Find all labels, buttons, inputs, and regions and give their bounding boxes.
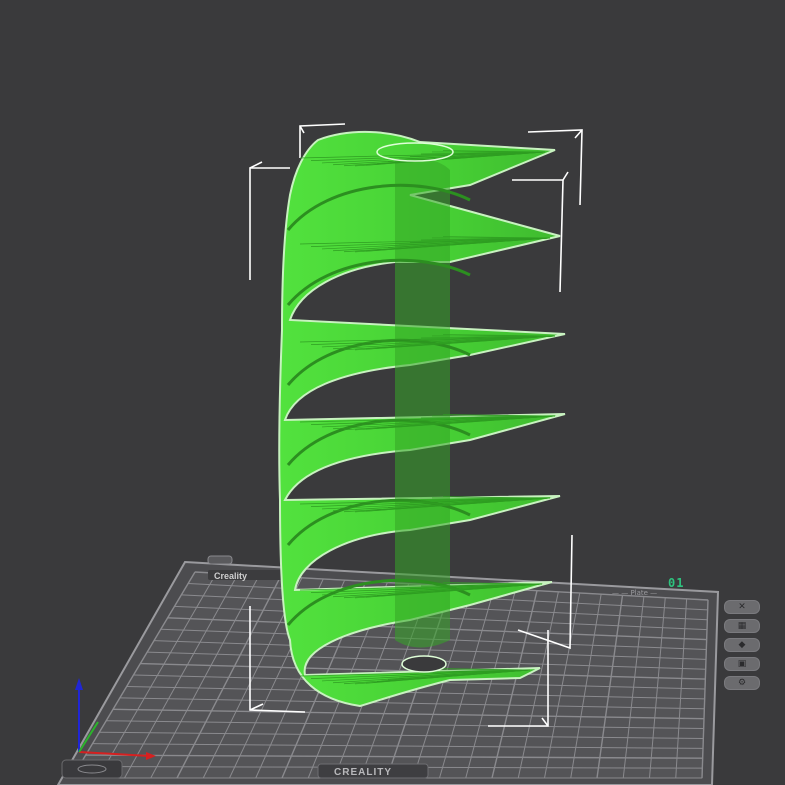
- model-core: [395, 158, 450, 648]
- plate-number-badge[interactable]: 01: [668, 576, 684, 590]
- settings-gear-icon[interactable]: ⚙: [724, 676, 760, 690]
- axis-z-arrow-icon: [75, 678, 83, 690]
- plate-front-left-logo: [61, 759, 123, 779]
- auto-arrange-icon[interactable]: ▦: [724, 619, 760, 633]
- 3d-viewport[interactable]: Creality — — Plate — CREALITY: [0, 0, 785, 785]
- close-x-icon[interactable]: ✕: [724, 600, 760, 614]
- plate-label-top-right: — — Plate —: [612, 589, 657, 597]
- orient-icon[interactable]: ◆: [724, 638, 760, 652]
- lock-icon[interactable]: ▣: [724, 657, 760, 671]
- plate-brand-front: CREALITY: [334, 767, 392, 778]
- plate-side-toolbar: ✕ ▦ ◆ ▣ ⚙: [724, 600, 760, 690]
- plate-hook: [207, 555, 233, 565]
- plate-brand-top-left: Creality: [214, 571, 247, 581]
- model-bottom-opening: [401, 655, 447, 673]
